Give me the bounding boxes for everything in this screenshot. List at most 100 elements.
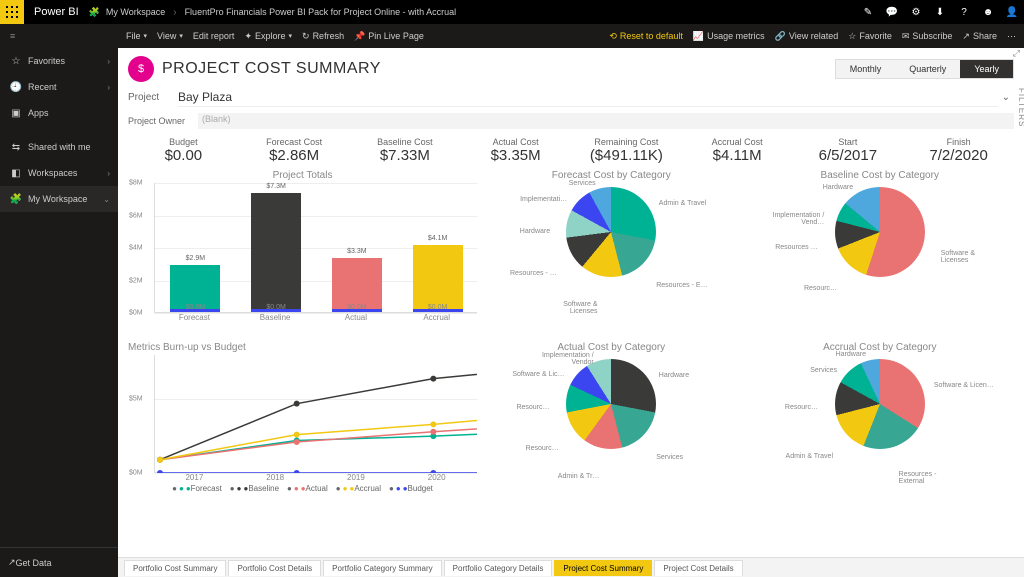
tb-explore[interactable]: ✦Explore ▾ (244, 31, 292, 42)
main-area: File ▾ View ▾ Edit report ✦Explore ▾ ↻Re… (118, 24, 1024, 577)
tab-project-cost-details[interactable]: Project Cost Details (654, 560, 742, 576)
kpi-actual: Actual Cost$3.35M (460, 137, 571, 164)
tab-portfolio-category-details[interactable]: Portfolio Category Details (444, 560, 553, 576)
tab-portfolio-category-summary[interactable]: Portfolio Category Summary (323, 560, 441, 576)
chevron-right-icon: › (107, 169, 110, 178)
pie-label: Services (656, 454, 716, 461)
bar-forecast[interactable]: $2.9M$0.0M (170, 265, 220, 312)
pie-label: Hardware (490, 228, 550, 235)
period-monthly[interactable]: Monthly (836, 60, 896, 78)
chart-actual-pie[interactable]: Actual Cost by Category Hardware Services… (477, 342, 745, 502)
tab-portfolio-cost-details[interactable]: Portfolio Cost Details (228, 560, 321, 576)
avatar[interactable]: 👤 (1000, 7, 1024, 18)
star-icon: ☆ (848, 31, 856, 42)
breadcrumb-workspace[interactable]: My Workspace (100, 7, 171, 17)
tb-reset[interactable]: ⟲Reset to default (609, 31, 683, 42)
bar-actual[interactable]: $3.3M$0.0M (332, 258, 382, 312)
chart-forecast-pie[interactable]: Forecast Cost by Category Admin & Travel… (477, 170, 745, 338)
pie-label: Resourc… (490, 404, 550, 411)
period-yearly[interactable]: Yearly (960, 60, 1013, 78)
download-icon[interactable]: ⬇ (928, 7, 952, 18)
mail-icon: ✉ (902, 31, 910, 42)
project-dropdown[interactable]: Bay Plaza (178, 88, 998, 107)
tb-more[interactable]: ⋯ (1007, 31, 1016, 42)
pie-label: Admin & Travel (659, 200, 719, 207)
nav-apps[interactable]: ▣Apps (0, 100, 118, 126)
nav-workspaces[interactable]: ◧Workspaces› (0, 160, 118, 186)
chevron-right-icon: › (107, 57, 110, 66)
breadcrumb-report[interactable]: FluentPro Financials Power BI Pack for P… (179, 7, 463, 17)
kpi-budget: Budget$0.00 (128, 137, 239, 164)
tb-share[interactable]: ↗Share (962, 31, 997, 42)
pie-label: Implementation / Vendor (534, 352, 594, 366)
tb-related[interactable]: 🔗View related (775, 31, 839, 42)
nav-shared[interactable]: ⇆Shared with me (0, 134, 118, 160)
tab-project-cost-summary[interactable]: Project Cost Summary (554, 560, 652, 576)
tb-pin[interactable]: 📌Pin Live Page (354, 31, 424, 42)
kpi-finish: Finish7/2/2020 (903, 137, 1014, 164)
tb-favorite[interactable]: ☆Favorite (848, 31, 892, 42)
chart-project-totals[interactable]: Project Totals $0M$2M$4M$6M$8M$2.9M$0.0M… (128, 170, 477, 338)
help-icon[interactable]: ? (952, 7, 976, 18)
kpi-accrual: Accrual Cost$4.11M (682, 137, 793, 164)
pie-label: Resources - E… (656, 282, 716, 289)
hamburger-icon[interactable]: ≡ (0, 24, 118, 48)
nav-label: Get Data (16, 558, 52, 568)
arrow-icon: ↗ (8, 557, 16, 568)
nav-favorites[interactable]: ☆Favorites› (0, 48, 118, 74)
pin-icon: 📌 (354, 31, 365, 42)
pie-label: Software & Lic… (505, 371, 565, 378)
edit-icon[interactable]: ✎ (856, 7, 880, 18)
nav-label: Shared with me (24, 142, 110, 152)
chart-burnup[interactable]: Metrics Burn-up vs Budget $0M$5M 2017201… (128, 342, 477, 502)
pie-label: Resourc… (777, 285, 837, 292)
nav-get-data[interactable]: ↗Get Data (0, 547, 118, 577)
chevron-down-icon: ⌄ (103, 195, 110, 204)
chart-title: Baseline Cost by Category (821, 170, 939, 181)
pie-label: Hardware (659, 372, 719, 379)
chart-title: Actual Cost by Category (557, 342, 665, 353)
kpi-remaining: Remaining Cost($491.11K) (571, 137, 682, 164)
pie-label: Resourc… (499, 445, 559, 452)
tb-refresh[interactable]: ↻Refresh (302, 31, 344, 42)
feedback-icon[interactable]: ☻ (976, 7, 1000, 18)
gear-icon[interactable]: ⚙ (904, 7, 928, 18)
period-toggle: Monthly Quarterly Yearly (835, 59, 1014, 79)
chart-accrual-pie[interactable]: Accrual Cost by Category Software & Lice… (746, 342, 1014, 502)
bar-baseline[interactable]: $7.3M$0.0M (251, 193, 301, 312)
chart-baseline-pie[interactable]: Baseline Cost by Category Software & Lic… (746, 170, 1014, 338)
kpi-baseline: Baseline Cost$7.33M (350, 137, 461, 164)
bar-accrual[interactable]: $4.1M$0.0M (413, 245, 463, 312)
tb-subscribe[interactable]: ✉Subscribe (902, 31, 953, 42)
nav-label: Favorites (24, 56, 107, 66)
nav-label: My Workspace (24, 194, 103, 204)
chevron-down-icon[interactable]: ⌄ (998, 92, 1014, 103)
reset-icon: ⟲ (609, 31, 617, 42)
pie-label: Services (536, 180, 596, 187)
tb-view[interactable]: View ▾ (157, 31, 183, 41)
pie-label: Implementation / Vend… (764, 212, 824, 226)
nav-recent[interactable]: 🕘Recent› (0, 74, 118, 100)
owner-label: Project Owner (128, 116, 198, 126)
tb-edit[interactable]: Edit report (193, 31, 235, 41)
focus-mode-icon[interactable]: ⤢ (1013, 48, 1020, 59)
filters-pane-toggle[interactable]: FILTERS (1017, 88, 1024, 127)
tab-portfolio-cost-summary[interactable]: Portfolio Cost Summary (124, 560, 226, 576)
tb-file[interactable]: File ▾ (126, 31, 147, 41)
owner-value[interactable]: (Blank) (198, 113, 1014, 129)
side-nav: ≡ ☆Favorites› 🕘Recent› ▣Apps ⇆Shared wit… (0, 24, 118, 577)
tb-usage[interactable]: 📈Usage metrics (693, 31, 765, 42)
period-quarterly[interactable]: Quarterly (895, 60, 960, 78)
pie-label: Admin & Tr… (539, 473, 599, 480)
apps-icon: ▣ (8, 108, 24, 119)
related-icon: 🔗 (775, 31, 786, 42)
kpi-row: Budget$0.00 Forecast Cost$2.86M Baseline… (128, 137, 1014, 164)
project-label: Project (128, 92, 178, 103)
app-launcher-icon[interactable] (0, 0, 24, 24)
chart-title: Project Totals (128, 170, 477, 181)
pie-label: Software & Licenses (538, 301, 598, 315)
brand-label: Power BI (24, 6, 89, 18)
chat-icon[interactable]: 💬 (880, 7, 904, 18)
nav-my-workspace[interactable]: 🧩My Workspace⌄ (0, 186, 118, 212)
pie-label: Admin & Travel (773, 453, 833, 460)
